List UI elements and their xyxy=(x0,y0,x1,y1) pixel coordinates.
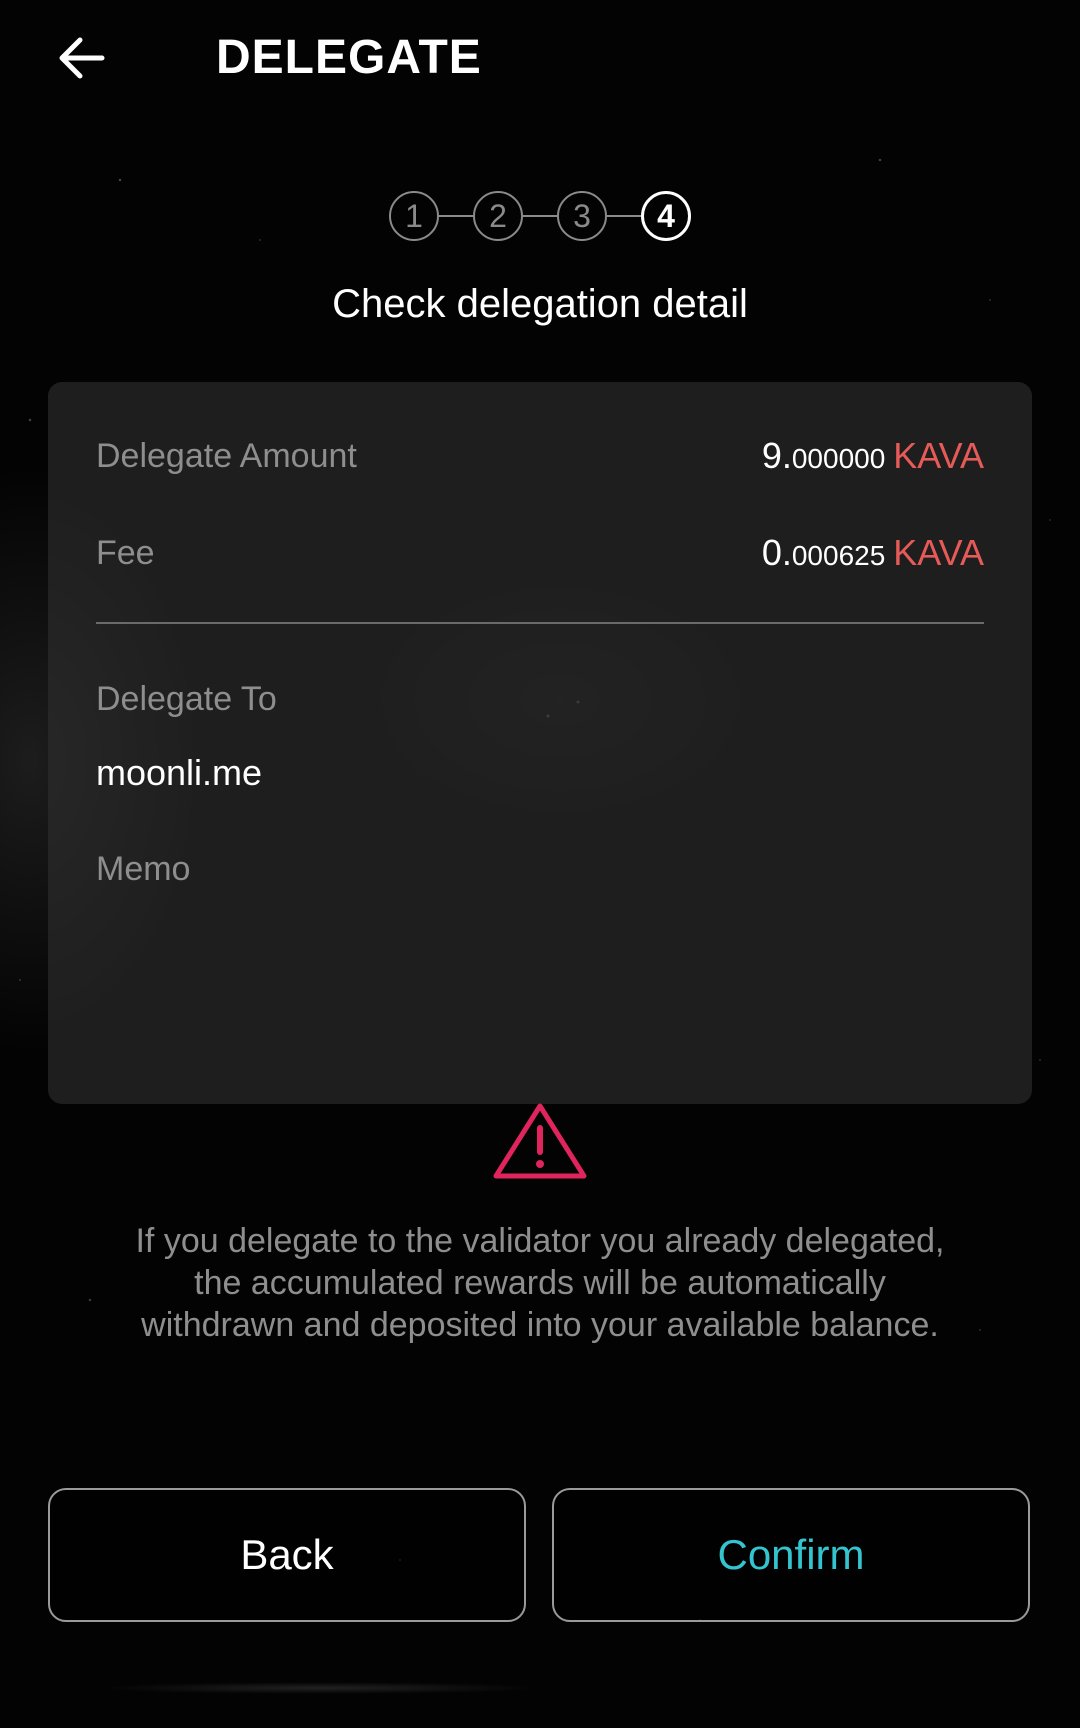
step-connector xyxy=(439,215,473,217)
fee-row: Fee 0. 000625 KAVA xyxy=(96,527,984,579)
delegate-amount-row: Delegate Amount 9. 000000 KAVA xyxy=(96,430,984,482)
fee-label: Fee xyxy=(96,533,155,572)
back-button[interactable]: Back xyxy=(48,1488,526,1622)
delegate-to-label: Delegate To xyxy=(96,680,277,718)
delegate-amount-denom: KAVA xyxy=(893,435,984,476)
fee-decimal: 000625 xyxy=(791,540,886,571)
memo-label: Memo xyxy=(96,850,191,888)
step-title: Check delegation detail xyxy=(332,282,748,326)
warning-message: If you delegate to the validator you alr… xyxy=(135,1222,945,1344)
fee-value: 0. 000625 KAVA xyxy=(762,532,984,574)
fee-denom: KAVA xyxy=(893,532,984,573)
app-header: DELEGATE xyxy=(0,0,1080,120)
delegate-amount-label: Delegate Amount xyxy=(96,436,357,475)
delegation-detail-card: Delegate Amount 9. 000000 KAVA Fee 0. 00… xyxy=(48,382,1032,1104)
arrow-left-icon xyxy=(59,37,105,79)
delegate-amount-value: 9. 000000 KAVA xyxy=(762,435,984,477)
delegate-to-value: moonli.me xyxy=(96,752,263,793)
card-divider xyxy=(96,622,984,624)
page-title: DELEGATE xyxy=(216,31,482,84)
step-connector xyxy=(523,215,557,217)
back-arrow-icon[interactable] xyxy=(52,28,112,88)
step-connector xyxy=(607,215,641,217)
step-2: 2 xyxy=(473,191,523,241)
step-indicator: 1 2 3 4 xyxy=(0,188,1080,244)
delegate-amount-integer: 9. xyxy=(761,435,792,476)
step-3: 3 xyxy=(557,191,607,241)
step-1: 1 xyxy=(389,191,439,241)
confirm-button[interactable]: Confirm xyxy=(552,1488,1030,1622)
step-4-active: 4 xyxy=(641,191,691,241)
fee-integer: 0. xyxy=(761,532,792,573)
delegate-amount-decimal: 000000 xyxy=(791,443,886,474)
warning-triangle-icon xyxy=(492,1100,588,1182)
